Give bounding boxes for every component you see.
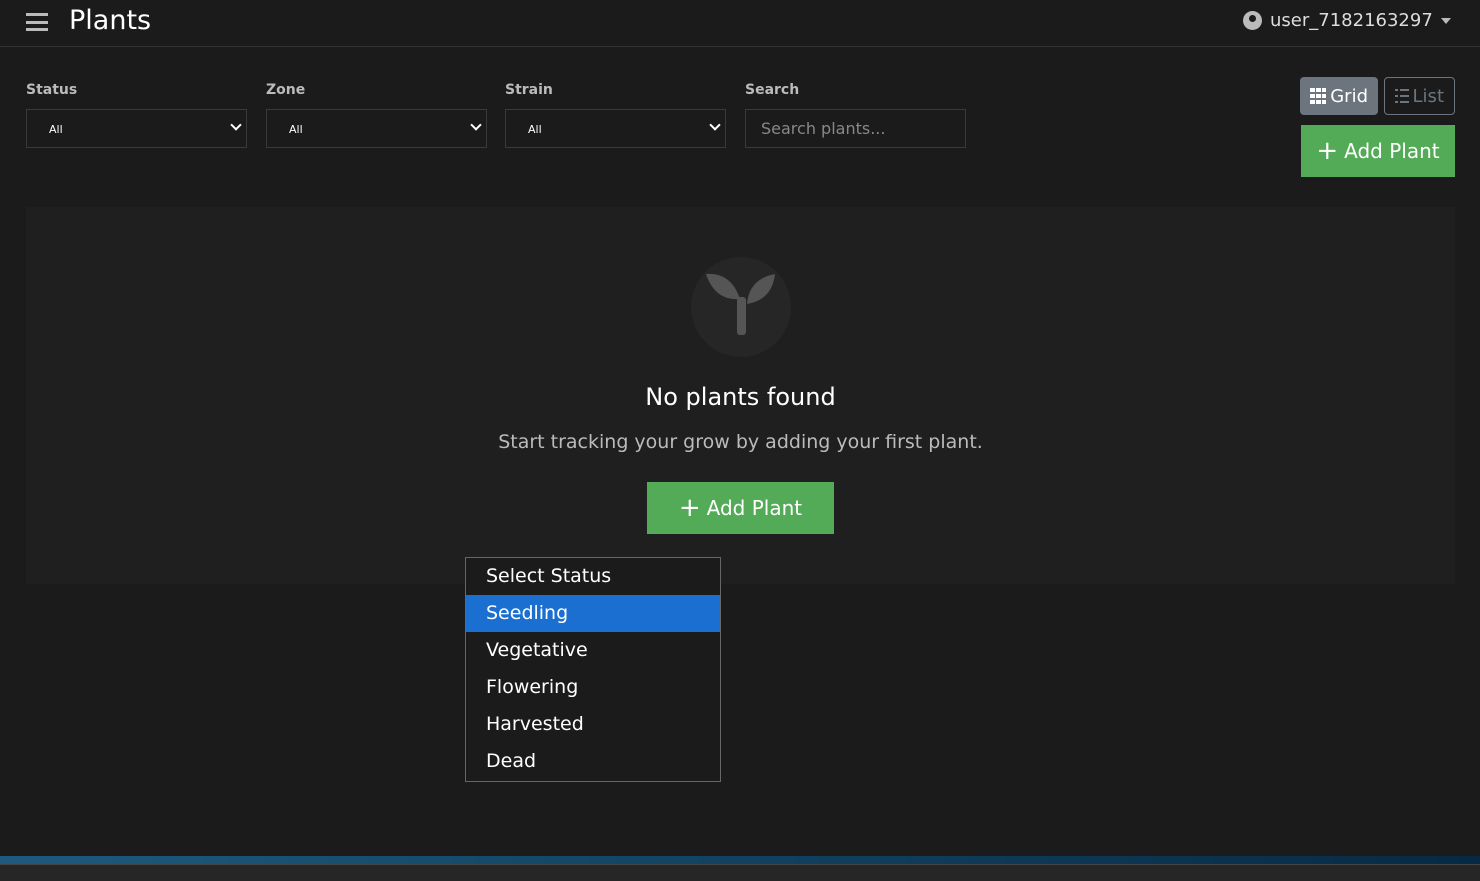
status-strip: [0, 856, 1480, 864]
seedling-icon: [691, 257, 791, 357]
option-harvested[interactable]: Harvested: [466, 706, 720, 743]
add-plant-label: Add Plant: [1344, 139, 1440, 163]
caret-down-icon: [1440, 17, 1451, 24]
list-label: List: [1412, 85, 1444, 107]
empty-add-plant-label: Add Plant: [706, 496, 803, 520]
list-view-button[interactable]: List: [1384, 77, 1455, 115]
os-taskbar: [0, 864, 1480, 881]
status-dropdown-list: Select Status Seedling Vegetative Flower…: [465, 557, 721, 782]
grid-icon: [1310, 88, 1327, 104]
grid-label: Grid: [1330, 85, 1368, 107]
top-bar: Plants user_7182163297: [0, 0, 1480, 47]
add-plant-button[interactable]: + Add Plant: [1301, 125, 1455, 177]
option-select-status[interactable]: Select Status: [466, 558, 720, 595]
zone-value: All: [289, 123, 303, 136]
menu-icon[interactable]: [26, 13, 48, 31]
list-icon: [1395, 89, 1409, 103]
chevron-down-icon: [709, 119, 721, 131]
page-title: Plants: [69, 5, 152, 36]
empty-state-card: No plants found Start tracking your grow…: [26, 207, 1455, 584]
strain-label: Strain: [505, 82, 553, 98]
user-menu[interactable]: user_7182163297: [1243, 10, 1451, 31]
grid-view-button[interactable]: Grid: [1300, 77, 1378, 115]
option-dead[interactable]: Dead: [466, 743, 720, 780]
chevron-down-icon: [470, 119, 482, 131]
option-flowering[interactable]: Flowering: [466, 669, 720, 706]
option-vegetative[interactable]: Vegetative: [466, 632, 720, 669]
plus-icon: +: [1316, 136, 1339, 166]
status-label: Status: [26, 82, 78, 98]
chevron-down-icon: [230, 119, 242, 131]
zone-label: Zone: [266, 82, 306, 98]
empty-title: No plants found: [645, 383, 836, 411]
option-seedling[interactable]: Seedling: [466, 595, 720, 632]
status-select[interactable]: All: [26, 109, 247, 148]
zone-select[interactable]: All: [266, 109, 487, 148]
username: user_7182163297: [1270, 10, 1433, 31]
search-label: Search: [745, 82, 800, 98]
plus-icon: +: [678, 493, 701, 523]
empty-add-plant-button[interactable]: + Add Plant: [647, 482, 834, 534]
strain-value: All: [528, 123, 542, 136]
search-input[interactable]: [745, 109, 966, 148]
user-avatar-icon: [1243, 11, 1262, 30]
status-value: All: [49, 123, 63, 136]
strain-select[interactable]: All: [505, 109, 726, 148]
empty-subtitle: Start tracking your grow by adding your …: [498, 431, 983, 453]
